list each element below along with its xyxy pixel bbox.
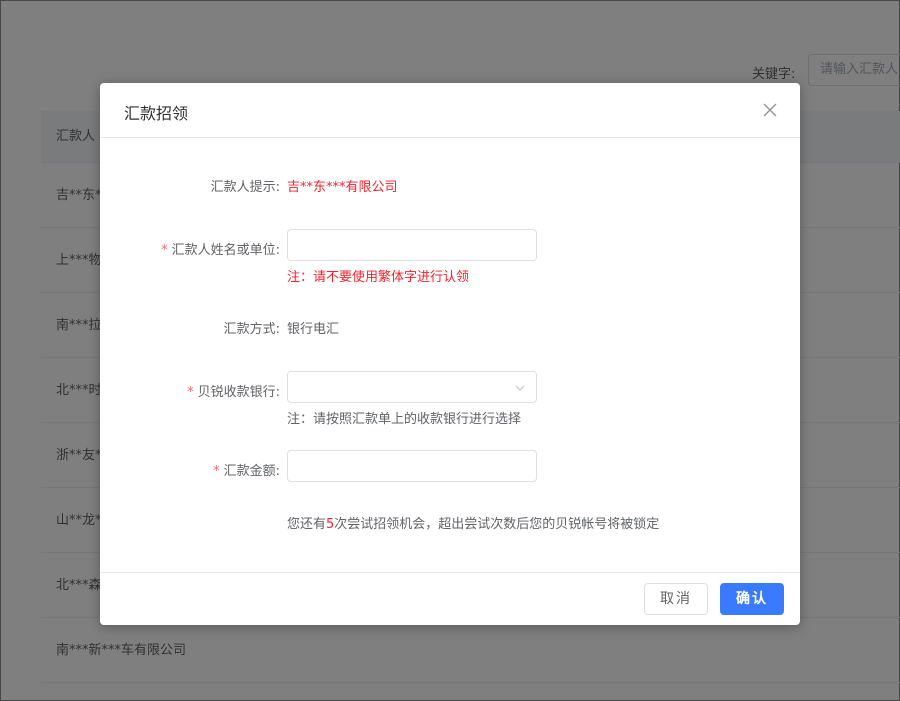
dialog-title: 汇款招领: [124, 104, 189, 123]
claim-remittance-dialog: 汇款招领 汇款人提示: 吉**东***有限公司 * 汇款人姓名或单位: 注：请不要…: [100, 83, 800, 625]
required-star: *: [187, 385, 194, 400]
dialog-body: 汇款人提示: 吉**东***有限公司 * 汇款人姓名或单位: 注：请不要使用繁体字…: [100, 138, 800, 572]
amount-input[interactable]: [287, 450, 537, 482]
amount-label: * 汇款金额:: [213, 464, 280, 479]
required-star: *: [213, 464, 220, 479]
remit-method-label: 汇款方式:: [223, 322, 280, 337]
remitter-hint-value: 吉**东***有限公司: [287, 180, 398, 195]
close-icon[interactable]: [762, 102, 778, 118]
receiving-bank-note: 注：请按照汇款单上的收款银行进行选择: [287, 412, 522, 427]
required-star: *: [161, 243, 168, 258]
remitter-hint-label: 汇款人提示:: [210, 180, 280, 195]
remitter-name-label: * 汇款人姓名或单位:: [161, 243, 280, 258]
remitter-name-note: 注：请不要使用繁体字进行认领: [287, 270, 470, 285]
remit-method-value: 银行电汇: [287, 322, 340, 337]
dialog-header: 汇款招领: [100, 83, 800, 138]
cancel-button[interactable]: 取消: [644, 583, 708, 615]
confirm-button[interactable]: 确认: [720, 583, 784, 615]
receiving-bank-label: * 贝锐收款银行:: [187, 385, 280, 400]
remitter-name-input[interactable]: [287, 229, 537, 261]
chevron-down-icon: [515, 385, 525, 391]
receiving-bank-select[interactable]: [287, 371, 537, 403]
attempts-warning: 您还有5次尝试招领机会，超出尝试次数后您的贝锐帐号将被锁定: [287, 517, 660, 532]
dialog-footer: 取消 确认: [100, 572, 800, 625]
